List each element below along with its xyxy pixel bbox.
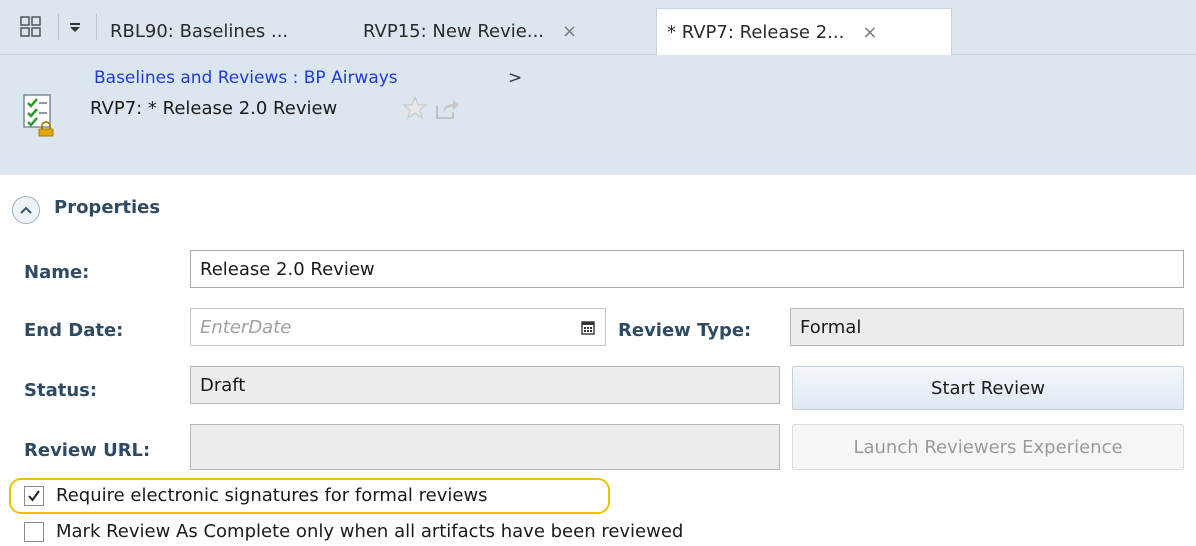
tab-label: RBL90: Baselines ... xyxy=(110,21,289,42)
name-label: Name: xyxy=(24,262,90,283)
status-field: Draft xyxy=(190,366,780,404)
toolbar-divider xyxy=(58,14,59,40)
artifact-header: Baselines and Reviews : BP Airways > RVP… xyxy=(0,55,1196,175)
require-esig-checkbox[interactable] xyxy=(24,485,44,506)
review-document-icon xyxy=(22,93,56,137)
dropdown-icon[interactable] xyxy=(66,11,84,43)
mark-complete-option[interactable]: Mark Review As Complete only when all ar… xyxy=(24,521,683,542)
toolbar-divider xyxy=(96,14,97,40)
start-review-button[interactable]: Start Review xyxy=(792,366,1184,410)
require-esig-option[interactable]: Require electronic signatures for formal… xyxy=(24,485,488,506)
tab-rvp7[interactable]: * RVP7: Release 2... × xyxy=(656,8,952,56)
breadcrumb-arrow[interactable]: > xyxy=(508,68,522,88)
require-esig-label: Require electronic signatures for formal… xyxy=(56,485,488,506)
review-url-field[interactable] xyxy=(190,424,780,470)
tab-rvp15[interactable]: RVP15: New Revie... × xyxy=(363,8,577,55)
status-label: Status: xyxy=(24,380,98,401)
mark-complete-label: Mark Review As Complete only when all ar… xyxy=(56,521,684,542)
chevron-up-icon[interactable] xyxy=(12,196,40,224)
end-date-label: End Date: xyxy=(24,320,124,341)
section-title-properties[interactable]: Properties xyxy=(54,197,160,218)
launch-reviewers-experience-button[interactable]: Launch Reviewers Experience xyxy=(792,424,1184,470)
share-icon[interactable] xyxy=(434,98,460,124)
close-icon[interactable]: × xyxy=(862,22,877,43)
review-type-value: Formal xyxy=(800,316,862,338)
tab-label: * RVP7: Release 2... xyxy=(667,21,845,43)
review-type-field[interactable]: Formal xyxy=(790,308,1184,346)
breadcrumb[interactable]: Baselines and Reviews : BP Airways xyxy=(94,68,398,88)
status-value: Draft xyxy=(200,374,246,396)
page-title: RVP7: * Release 2.0 Review xyxy=(90,98,338,119)
tab-strip: RBL90: Baselines ... RVP15: New Revie...… xyxy=(0,0,1196,56)
review-url-label: Review URL: xyxy=(24,440,151,461)
star-icon[interactable] xyxy=(402,95,428,125)
launch-button-label: Launch Reviewers Experience xyxy=(853,436,1123,458)
close-icon[interactable]: × xyxy=(562,21,577,42)
tab-label: RVP15: New Revie... xyxy=(363,21,545,42)
name-field[interactable]: Release 2.0 Review xyxy=(190,250,1184,288)
end-date-field[interactable]: EnterDate xyxy=(190,308,606,346)
end-date-placeholder: EnterDate xyxy=(200,316,292,338)
name-value: Release 2.0 Review xyxy=(200,258,375,280)
tab-rbl90[interactable]: RBL90: Baselines ... xyxy=(110,8,288,55)
grid-icon[interactable] xyxy=(14,11,48,43)
start-review-button-label: Start Review xyxy=(931,377,1045,399)
review-type-label: Review Type: xyxy=(618,320,752,341)
mark-complete-checkbox[interactable] xyxy=(24,521,44,542)
calendar-icon[interactable] xyxy=(578,318,598,338)
checkmark-icon xyxy=(28,489,40,502)
